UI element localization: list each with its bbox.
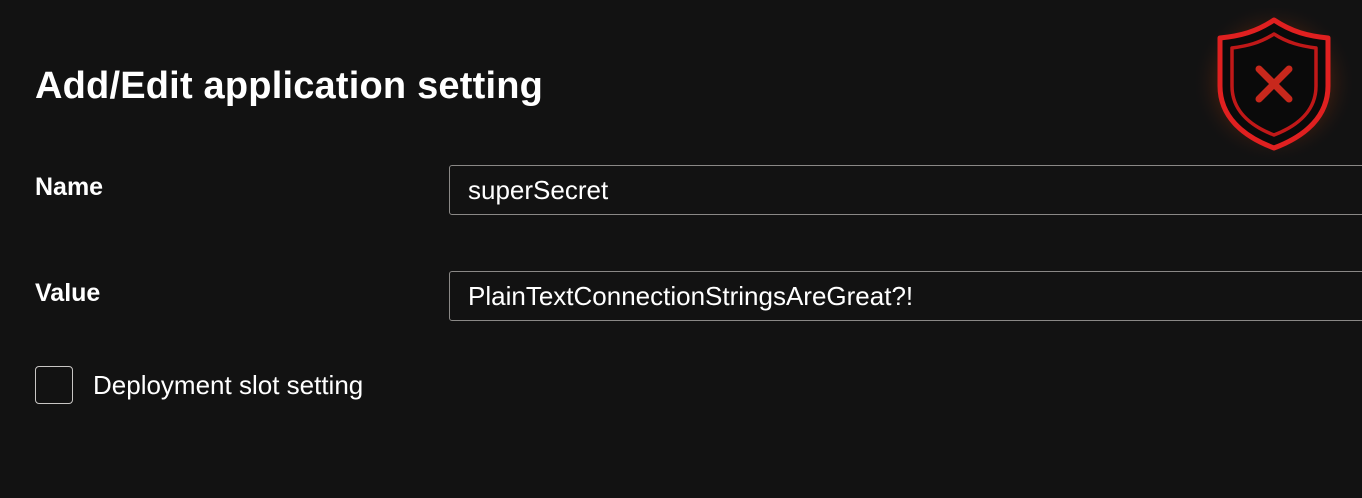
deployment-slot-setting-row[interactable]: Deployment slot setting bbox=[35, 365, 363, 405]
value-label: Value bbox=[35, 279, 101, 307]
deployment-slot-label: Deployment slot setting bbox=[93, 370, 364, 400]
name-input[interactable] bbox=[449, 165, 1362, 215]
shield-x-icon bbox=[1190, 8, 1360, 168]
name-label: Name bbox=[35, 173, 104, 201]
add-edit-setting-dialog: Add/Edit application setting Name Value … bbox=[0, 0, 1362, 498]
value-input[interactable] bbox=[449, 271, 1362, 321]
dialog-title: Add/Edit application setting bbox=[35, 65, 544, 107]
deployment-slot-checkbox[interactable] bbox=[35, 366, 73, 404]
